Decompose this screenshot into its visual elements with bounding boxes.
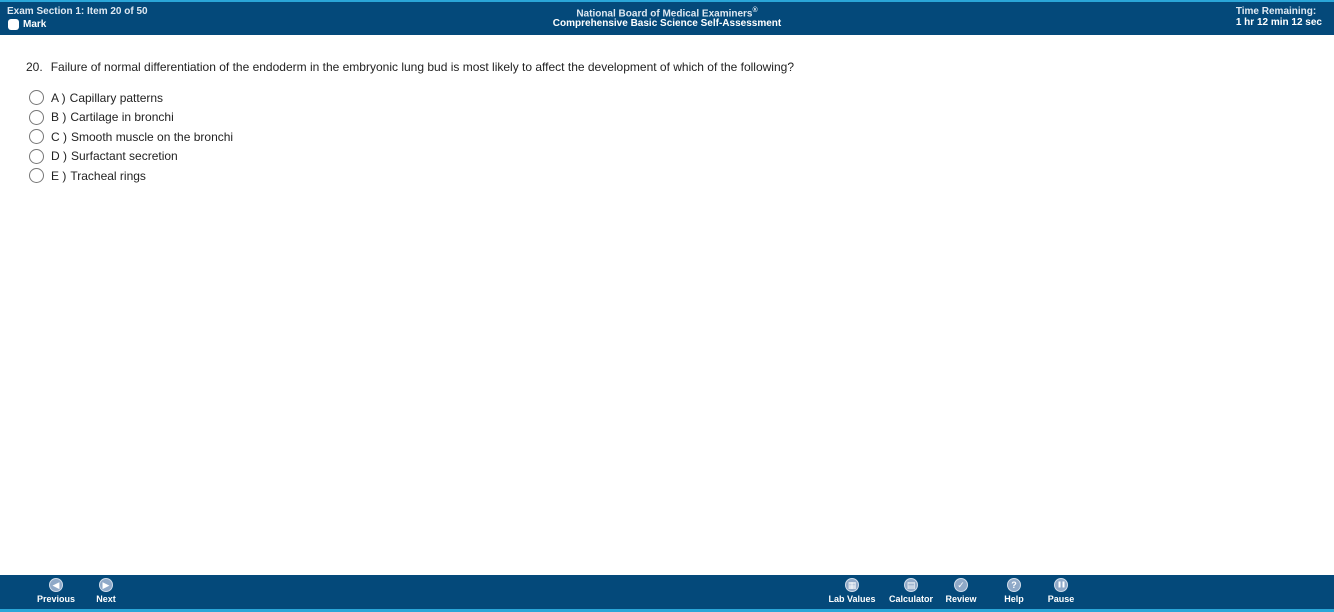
answer-option-b[interactable]: B ) Cartilage in bronchi xyxy=(29,108,794,128)
organization-name: National Board of Medical Examiners® xyxy=(0,6,1334,19)
lab-values-label: Lab Values xyxy=(828,594,876,604)
header-title-block: National Board of Medical Examiners® Com… xyxy=(0,6,1334,29)
radio-button[interactable] xyxy=(29,109,44,125)
question-text: Failure of normal differentiation of the… xyxy=(50,60,794,74)
radio-button[interactable] xyxy=(29,148,44,164)
lab-values-icon: ▦ xyxy=(845,578,859,592)
radio-button[interactable] xyxy=(29,90,44,106)
next-arrow-icon: ▶ xyxy=(99,578,113,592)
calculator-icon: ▤ xyxy=(904,578,918,592)
option-text: Cartilage in bronchi xyxy=(70,110,174,125)
answer-options: A ) Capillary patterns B ) Cartilage in … xyxy=(29,88,794,186)
registered-mark: ® xyxy=(752,7,758,14)
option-letter: E ) xyxy=(51,168,67,183)
option-text: Smooth muscle on the bronchi xyxy=(71,129,234,144)
question-number: 20. xyxy=(26,60,43,74)
exam-header-bar: Exam Section 1: Item 20 of 50 Mark Natio… xyxy=(0,0,1334,35)
option-text: Tracheal rings xyxy=(70,168,146,183)
answer-option-c[interactable]: C ) Smooth muscle on the bronchi xyxy=(29,127,794,147)
option-letter: B ) xyxy=(51,110,67,125)
answer-option-e[interactable]: E ) Tracheal rings xyxy=(29,166,794,186)
question-area: 20. Failure of normal differentiation of … xyxy=(26,60,794,186)
question-stem: 20. Failure of normal differentiation of … xyxy=(26,60,794,74)
exam-footer-bar: ◀ Previous ▶ Next ▦ Lab Values ▤ Calcula… xyxy=(0,575,1334,612)
help-question-icon: ? xyxy=(1007,578,1021,592)
exam-title: Comprehensive Basic Science Self-Assessm… xyxy=(552,18,782,30)
pause-button[interactable]: ❚❚ Pause xyxy=(1031,578,1091,604)
review-check-icon: ✓ xyxy=(954,578,968,592)
help-label: Help xyxy=(1004,594,1024,604)
next-label: Next xyxy=(96,594,116,604)
radio-button[interactable] xyxy=(29,168,44,184)
review-label: Review xyxy=(945,594,977,604)
lab-values-button[interactable]: ▦ Lab Values xyxy=(822,578,882,604)
option-text: Surfactant secretion xyxy=(71,149,178,164)
option-text: Capillary patterns xyxy=(69,90,164,105)
next-button[interactable]: ▶ Next xyxy=(76,578,136,604)
option-letter: A ) xyxy=(51,90,66,105)
calculator-label: Calculator xyxy=(888,594,933,604)
time-remaining-value: 1 hr 12 min 12 sec xyxy=(1235,17,1322,28)
time-remaining-label: Time Remaining: xyxy=(1235,6,1317,17)
pause-icon: ❚❚ xyxy=(1054,578,1068,592)
radio-button[interactable] xyxy=(29,129,44,145)
option-letter: D ) xyxy=(51,149,67,164)
answer-option-a[interactable]: A ) Capillary patterns xyxy=(29,88,794,108)
review-button[interactable]: ✓ Review xyxy=(931,578,991,604)
pause-label: Pause xyxy=(1047,594,1075,604)
option-letter: C ) xyxy=(51,129,67,144)
timer: Time Remaining: 1 hr 12 min 12 sec xyxy=(1236,6,1322,28)
answer-option-d[interactable]: D ) Surfactant secretion xyxy=(29,147,794,167)
previous-arrow-icon: ◀ xyxy=(49,578,63,592)
previous-label: Previous xyxy=(36,594,76,604)
